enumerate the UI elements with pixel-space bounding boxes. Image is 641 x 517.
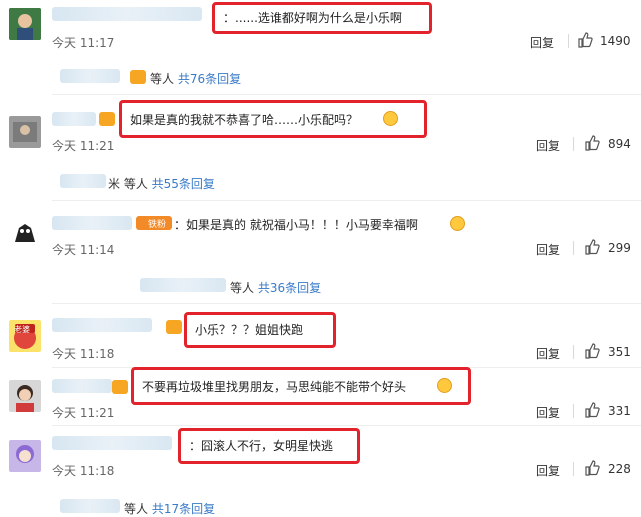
avatar-label: 老婆 xyxy=(14,325,30,334)
subreply-user-blurred xyxy=(60,499,120,513)
comment-text: 小乐？？？姐姐快跑 xyxy=(195,323,304,337)
view-replies-link[interactable]: 共17条回复 xyxy=(152,502,215,516)
grinning-emoji-icon xyxy=(437,378,452,393)
subreply-user-blurred xyxy=(60,69,120,83)
subreply-summary[interactable]: 等人 共17条回复 xyxy=(124,500,215,517)
comment-time: 今天 11:21 xyxy=(52,406,115,420)
like-count: 331 xyxy=(608,404,631,418)
avatar-image xyxy=(9,116,41,148)
reply-button[interactable]: 回复 xyxy=(536,241,560,258)
reply-button[interactable]: 回复 xyxy=(536,404,560,421)
action-separator xyxy=(573,462,574,476)
username-blurred[interactable] xyxy=(52,7,202,21)
subreply-user-blurred xyxy=(140,278,226,292)
avatar[interactable] xyxy=(9,440,41,472)
comment-divider xyxy=(52,303,641,304)
comment-time: 今天 11:21 xyxy=(52,139,115,153)
action-separator xyxy=(573,345,574,359)
user-badge-icon xyxy=(166,320,182,334)
subreply-summary[interactable]: 等人 共76条回复 xyxy=(150,70,241,87)
avatar-image xyxy=(9,216,41,248)
comment-text: ：......选谁都好啊为什么是小乐啊 xyxy=(223,11,402,25)
like-count: 1490 xyxy=(600,34,631,48)
comment-divider xyxy=(52,200,641,201)
avatar-image xyxy=(9,440,41,472)
fan-badge-label: 铁粉 xyxy=(148,220,167,230)
avatar-image xyxy=(9,8,41,40)
thumbs-up-icon[interactable] xyxy=(584,460,600,476)
like-count: 228 xyxy=(608,462,631,476)
avatar[interactable]: 老婆 xyxy=(9,320,41,352)
subreply-summary[interactable]: 米 等人 共55条回复 xyxy=(108,175,215,192)
action-separator xyxy=(573,241,574,255)
comment-time: 今天 11:14 xyxy=(52,243,115,257)
action-separator xyxy=(573,404,574,418)
thumbs-up-icon[interactable] xyxy=(584,135,600,151)
thumbs-up-icon[interactable] xyxy=(584,402,600,418)
reply-button[interactable]: 回复 xyxy=(536,345,560,362)
comment-text: ：囧滚人不行，女明星快逃 xyxy=(189,439,334,453)
action-separator xyxy=(568,34,569,48)
comment-divider xyxy=(52,425,641,426)
thumbs-up-icon[interactable] xyxy=(584,343,600,359)
like-count: 894 xyxy=(608,137,631,151)
avatar-image xyxy=(9,380,41,412)
like-count: 351 xyxy=(608,345,631,359)
avatar[interactable] xyxy=(9,380,41,412)
reply-button[interactable]: 回复 xyxy=(530,34,554,51)
action-separator xyxy=(573,137,574,151)
comment-time: 今天 11:17 xyxy=(52,36,115,50)
scared-emoji-icon xyxy=(383,111,398,126)
username-blurred[interactable] xyxy=(52,112,96,126)
username-blurred[interactable] xyxy=(52,379,112,393)
comment-divider xyxy=(52,94,641,95)
avatar[interactable] xyxy=(9,116,41,148)
username-blurred[interactable] xyxy=(52,436,172,450)
reply-button[interactable]: 回复 xyxy=(536,137,560,154)
user-badge-icon xyxy=(130,70,146,84)
like-count: 299 xyxy=(608,241,631,255)
comment-text: 如果是真的我就不恭喜了哈……小乐配吗？ xyxy=(130,113,359,127)
thumbs-up-icon[interactable] xyxy=(577,32,593,48)
username-blurred[interactable] xyxy=(52,216,132,230)
thumbs-up-icon[interactable] xyxy=(584,239,600,255)
comment-time: 今天 11:18 xyxy=(52,347,115,361)
username-blurred[interactable] xyxy=(52,318,152,332)
avatar[interactable] xyxy=(9,8,41,40)
view-replies-link[interactable]: 共76条回复 xyxy=(178,72,241,86)
heart-kiss-emoji-icon xyxy=(450,216,465,231)
reply-button[interactable]: 回复 xyxy=(536,462,560,479)
view-replies-link[interactable]: 共36条回复 xyxy=(258,281,321,295)
comment-time: 今天 11:18 xyxy=(52,464,115,478)
subreply-summary[interactable]: 等人 共36条回复 xyxy=(230,279,321,296)
subreply-user-blurred xyxy=(60,174,106,188)
user-badge-icon xyxy=(99,112,115,126)
comment-text: ：如果是真的 就祝福小马！！！小马要幸福啊 xyxy=(174,218,418,232)
view-replies-link[interactable]: 共55条回复 xyxy=(152,177,215,191)
avatar[interactable] xyxy=(9,216,41,248)
comment-text: 不要再垃圾堆里找男朋友，马思纯能不能带个好头 xyxy=(142,380,407,394)
user-badge-icon xyxy=(112,380,128,394)
